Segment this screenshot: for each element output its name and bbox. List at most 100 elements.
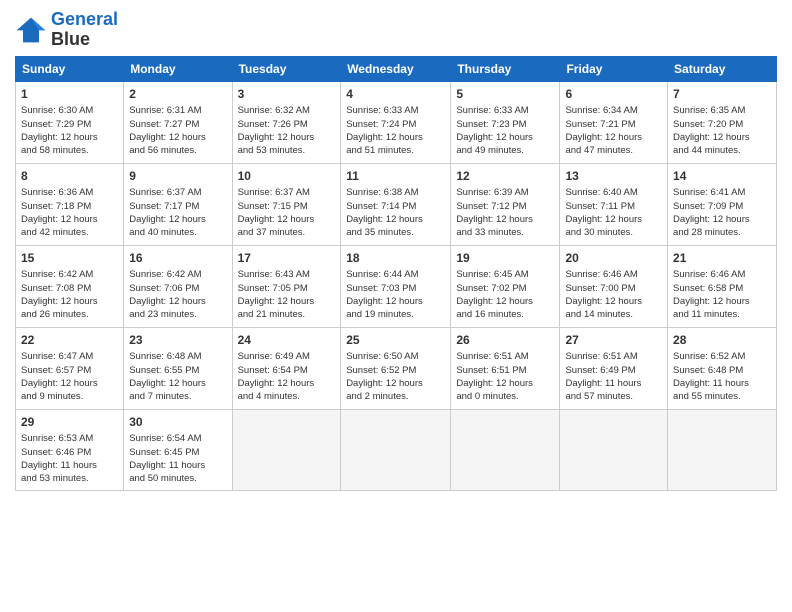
day-info: Sunrise: 6:45 AM Sunset: 7:02 PM Dayligh… bbox=[456, 268, 554, 321]
calendar-cell: 18Sunrise: 6:44 AM Sunset: 7:03 PM Dayli… bbox=[341, 245, 451, 327]
day-number: 12 bbox=[456, 168, 554, 185]
day-number: 3 bbox=[238, 86, 336, 103]
day-info: Sunrise: 6:39 AM Sunset: 7:12 PM Dayligh… bbox=[456, 186, 554, 239]
calendar-cell: 6Sunrise: 6:34 AM Sunset: 7:21 PM Daylig… bbox=[560, 81, 668, 163]
day-number: 2 bbox=[129, 86, 226, 103]
calendar-cell: 29Sunrise: 6:53 AM Sunset: 6:46 PM Dayli… bbox=[16, 409, 124, 490]
calendar-cell: 13Sunrise: 6:40 AM Sunset: 7:11 PM Dayli… bbox=[560, 163, 668, 245]
logo-text: General Blue bbox=[51, 10, 118, 50]
day-info: Sunrise: 6:42 AM Sunset: 7:08 PM Dayligh… bbox=[21, 268, 118, 321]
calendar-header-cell: Friday bbox=[560, 56, 668, 81]
day-number: 17 bbox=[238, 250, 336, 267]
day-number: 27 bbox=[565, 332, 662, 349]
calendar-cell: 28Sunrise: 6:52 AM Sunset: 6:48 PM Dayli… bbox=[668, 327, 777, 409]
calendar-cell: 8Sunrise: 6:36 AM Sunset: 7:18 PM Daylig… bbox=[16, 163, 124, 245]
calendar-cell: 10Sunrise: 6:37 AM Sunset: 7:15 PM Dayli… bbox=[232, 163, 341, 245]
day-info: Sunrise: 6:37 AM Sunset: 7:15 PM Dayligh… bbox=[238, 186, 336, 239]
calendar-cell: 17Sunrise: 6:43 AM Sunset: 7:05 PM Dayli… bbox=[232, 245, 341, 327]
calendar-header-cell: Monday bbox=[124, 56, 232, 81]
calendar-cell: 7Sunrise: 6:35 AM Sunset: 7:20 PM Daylig… bbox=[668, 81, 777, 163]
logo: General Blue bbox=[15, 10, 118, 50]
day-number: 5 bbox=[456, 86, 554, 103]
day-number: 6 bbox=[565, 86, 662, 103]
day-info: Sunrise: 6:46 AM Sunset: 6:58 PM Dayligh… bbox=[673, 268, 771, 321]
day-info: Sunrise: 6:46 AM Sunset: 7:00 PM Dayligh… bbox=[565, 268, 662, 321]
calendar-cell: 11Sunrise: 6:38 AM Sunset: 7:14 PM Dayli… bbox=[341, 163, 451, 245]
day-info: Sunrise: 6:40 AM Sunset: 7:11 PM Dayligh… bbox=[565, 186, 662, 239]
calendar-cell: 2Sunrise: 6:31 AM Sunset: 7:27 PM Daylig… bbox=[124, 81, 232, 163]
calendar-cell bbox=[560, 409, 668, 490]
calendar-cell: 20Sunrise: 6:46 AM Sunset: 7:00 PM Dayli… bbox=[560, 245, 668, 327]
day-info: Sunrise: 6:49 AM Sunset: 6:54 PM Dayligh… bbox=[238, 350, 336, 403]
calendar-body: 1Sunrise: 6:30 AM Sunset: 7:29 PM Daylig… bbox=[16, 81, 777, 490]
day-number: 21 bbox=[673, 250, 771, 267]
day-number: 16 bbox=[129, 250, 226, 267]
calendar-cell: 26Sunrise: 6:51 AM Sunset: 6:51 PM Dayli… bbox=[451, 327, 560, 409]
calendar-cell: 19Sunrise: 6:45 AM Sunset: 7:02 PM Dayli… bbox=[451, 245, 560, 327]
calendar-cell: 9Sunrise: 6:37 AM Sunset: 7:17 PM Daylig… bbox=[124, 163, 232, 245]
day-number: 15 bbox=[21, 250, 118, 267]
calendar-cell: 12Sunrise: 6:39 AM Sunset: 7:12 PM Dayli… bbox=[451, 163, 560, 245]
day-number: 11 bbox=[346, 168, 445, 185]
day-info: Sunrise: 6:34 AM Sunset: 7:21 PM Dayligh… bbox=[565, 104, 662, 157]
day-number: 10 bbox=[238, 168, 336, 185]
calendar-cell: 15Sunrise: 6:42 AM Sunset: 7:08 PM Dayli… bbox=[16, 245, 124, 327]
day-info: Sunrise: 6:36 AM Sunset: 7:18 PM Dayligh… bbox=[21, 186, 118, 239]
day-info: Sunrise: 6:32 AM Sunset: 7:26 PM Dayligh… bbox=[238, 104, 336, 157]
day-number: 7 bbox=[673, 86, 771, 103]
day-info: Sunrise: 6:31 AM Sunset: 7:27 PM Dayligh… bbox=[129, 104, 226, 157]
calendar-header-cell: Sunday bbox=[16, 56, 124, 81]
calendar-cell: 30Sunrise: 6:54 AM Sunset: 6:45 PM Dayli… bbox=[124, 409, 232, 490]
day-info: Sunrise: 6:50 AM Sunset: 6:52 PM Dayligh… bbox=[346, 350, 445, 403]
calendar-header-cell: Thursday bbox=[451, 56, 560, 81]
day-number: 1 bbox=[21, 86, 118, 103]
calendar-cell: 4Sunrise: 6:33 AM Sunset: 7:24 PM Daylig… bbox=[341, 81, 451, 163]
day-number: 8 bbox=[21, 168, 118, 185]
day-number: 19 bbox=[456, 250, 554, 267]
day-info: Sunrise: 6:54 AM Sunset: 6:45 PM Dayligh… bbox=[129, 432, 226, 485]
day-info: Sunrise: 6:51 AM Sunset: 6:51 PM Dayligh… bbox=[456, 350, 554, 403]
calendar-header-cell: Wednesday bbox=[341, 56, 451, 81]
calendar-cell: 22Sunrise: 6:47 AM Sunset: 6:57 PM Dayli… bbox=[16, 327, 124, 409]
calendar-cell: 1Sunrise: 6:30 AM Sunset: 7:29 PM Daylig… bbox=[16, 81, 124, 163]
calendar-cell: 3Sunrise: 6:32 AM Sunset: 7:26 PM Daylig… bbox=[232, 81, 341, 163]
day-number: 4 bbox=[346, 86, 445, 103]
day-info: Sunrise: 6:38 AM Sunset: 7:14 PM Dayligh… bbox=[346, 186, 445, 239]
calendar-cell bbox=[451, 409, 560, 490]
page-container: General Blue SundayMondayTuesdayWednesda… bbox=[0, 0, 792, 501]
day-number: 18 bbox=[346, 250, 445, 267]
calendar-cell: 23Sunrise: 6:48 AM Sunset: 6:55 PM Dayli… bbox=[124, 327, 232, 409]
calendar-header-row: SundayMondayTuesdayWednesdayThursdayFrid… bbox=[16, 56, 777, 81]
day-info: Sunrise: 6:48 AM Sunset: 6:55 PM Dayligh… bbox=[129, 350, 226, 403]
day-info: Sunrise: 6:37 AM Sunset: 7:17 PM Dayligh… bbox=[129, 186, 226, 239]
day-number: 22 bbox=[21, 332, 118, 349]
day-info: Sunrise: 6:41 AM Sunset: 7:09 PM Dayligh… bbox=[673, 186, 771, 239]
day-number: 26 bbox=[456, 332, 554, 349]
day-number: 23 bbox=[129, 332, 226, 349]
day-info: Sunrise: 6:53 AM Sunset: 6:46 PM Dayligh… bbox=[21, 432, 118, 485]
header: General Blue bbox=[15, 10, 777, 50]
day-info: Sunrise: 6:44 AM Sunset: 7:03 PM Dayligh… bbox=[346, 268, 445, 321]
calendar-cell: 21Sunrise: 6:46 AM Sunset: 6:58 PM Dayli… bbox=[668, 245, 777, 327]
day-info: Sunrise: 6:42 AM Sunset: 7:06 PM Dayligh… bbox=[129, 268, 226, 321]
calendar-cell: 5Sunrise: 6:33 AM Sunset: 7:23 PM Daylig… bbox=[451, 81, 560, 163]
calendar-cell bbox=[668, 409, 777, 490]
calendar-header-cell: Tuesday bbox=[232, 56, 341, 81]
logo-icon bbox=[15, 16, 47, 44]
day-number: 28 bbox=[673, 332, 771, 349]
calendar-cell: 14Sunrise: 6:41 AM Sunset: 7:09 PM Dayli… bbox=[668, 163, 777, 245]
day-number: 29 bbox=[21, 414, 118, 431]
calendar-cell: 25Sunrise: 6:50 AM Sunset: 6:52 PM Dayli… bbox=[341, 327, 451, 409]
day-info: Sunrise: 6:52 AM Sunset: 6:48 PM Dayligh… bbox=[673, 350, 771, 403]
day-number: 25 bbox=[346, 332, 445, 349]
day-info: Sunrise: 6:47 AM Sunset: 6:57 PM Dayligh… bbox=[21, 350, 118, 403]
calendar-cell: 24Sunrise: 6:49 AM Sunset: 6:54 PM Dayli… bbox=[232, 327, 341, 409]
calendar-header-cell: Saturday bbox=[668, 56, 777, 81]
day-info: Sunrise: 6:43 AM Sunset: 7:05 PM Dayligh… bbox=[238, 268, 336, 321]
day-number: 20 bbox=[565, 250, 662, 267]
day-info: Sunrise: 6:30 AM Sunset: 7:29 PM Dayligh… bbox=[21, 104, 118, 157]
day-info: Sunrise: 6:33 AM Sunset: 7:24 PM Dayligh… bbox=[346, 104, 445, 157]
day-info: Sunrise: 6:51 AM Sunset: 6:49 PM Dayligh… bbox=[565, 350, 662, 403]
day-number: 9 bbox=[129, 168, 226, 185]
calendar-cell bbox=[341, 409, 451, 490]
